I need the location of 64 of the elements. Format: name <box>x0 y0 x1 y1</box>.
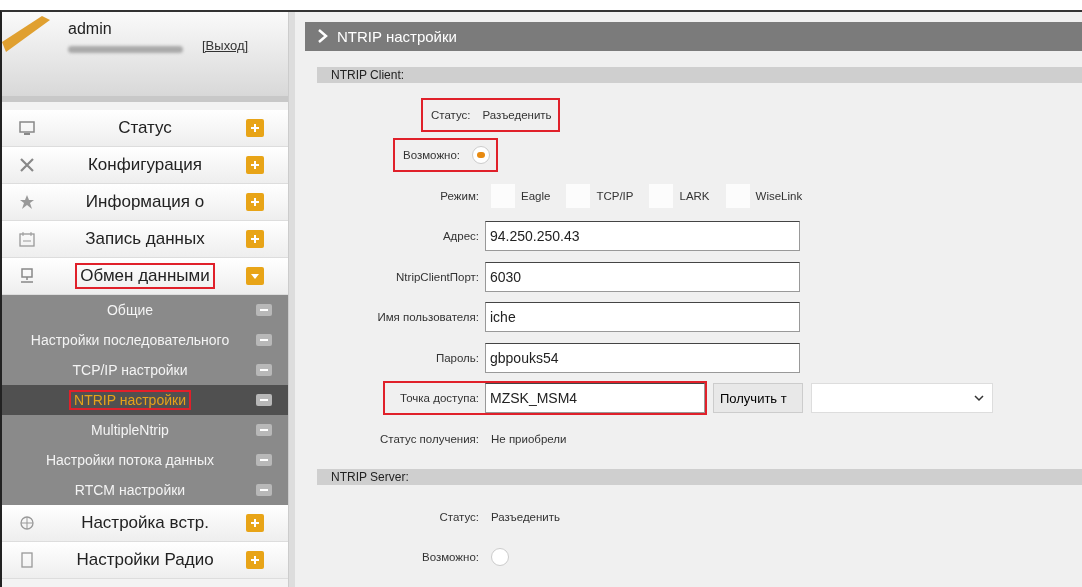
text-field[interactable]: iche <box>485 302 800 333</box>
minus-icon <box>256 394 272 406</box>
text-field[interactable]: gbpouks54 <box>485 342 800 373</box>
calendar-icon <box>18 230 36 248</box>
minus-icon <box>256 304 272 316</box>
field-label: NtripClientПорт: <box>395 270 480 283</box>
field-value: Не приобрели <box>490 432 568 445</box>
option-label: TCP/IP <box>596 189 635 202</box>
caret-icon <box>974 394 984 403</box>
radio-button[interactable] <box>472 146 491 165</box>
computer-icon <box>18 267 36 285</box>
logout-link[interactable]: [Выход] <box>202 38 249 53</box>
field-value: Разъеденить <box>481 108 553 121</box>
minus-icon <box>256 454 272 466</box>
field-label: Статус: <box>430 108 472 121</box>
menu-item[interactable]: Обмен данными <box>2 258 288 295</box>
fetch-button[interactable]: Получить т <box>713 383 803 414</box>
field-label: Адрес: <box>441 230 480 243</box>
option-label: LARK <box>679 189 711 202</box>
menu-item[interactable]: Информация о <box>2 184 288 221</box>
menu-label[interactable]: Обмен данными <box>78 266 212 286</box>
radio-button[interactable] <box>491 548 509 566</box>
menu-item[interactable]: Конфигурация <box>2 147 288 184</box>
minus-icon <box>256 364 272 376</box>
dropdown[interactable] <box>811 383 993 414</box>
user-name: admin <box>68 20 112 38</box>
field-label: Возможно: <box>402 149 462 162</box>
submenu-label[interactable]: NTRIP настройки <box>71 392 189 408</box>
minus-icon <box>256 334 272 346</box>
field-value: Разъеденить <box>490 511 562 523</box>
menu-label[interactable]: Запись данных <box>44 229 246 249</box>
monitor-icon <box>18 119 36 137</box>
field-label: Статус: <box>438 511 480 523</box>
field-label: Имя пользователя: <box>376 311 480 324</box>
section-header: NTRIP Server: <box>317 469 1082 485</box>
menu-item[interactable]: Статус <box>2 110 288 147</box>
star-icon <box>18 193 36 211</box>
minus-icon <box>256 484 272 496</box>
tools-icon <box>18 156 36 174</box>
field-label: Возможно: <box>420 551 480 563</box>
menu-label[interactable]: Конфигурация <box>44 155 246 175</box>
text-field[interactable]: 6030 <box>485 261 800 292</box>
section-header: NTRIP Client: <box>317 66 1082 83</box>
option-label: Eagle <box>521 189 552 202</box>
text-field[interactable]: 94.250.250.43 <box>485 221 800 252</box>
menu-label[interactable]: Настройка встр. <box>44 513 246 533</box>
menu-label[interactable]: Статус <box>44 118 246 138</box>
menu-item[interactable]: Настройки Радио <box>2 542 288 579</box>
minus-icon <box>256 424 272 436</box>
text-field[interactable]: MZSK_MSM4 <box>485 383 705 414</box>
field-label: Статус получения: <box>379 432 480 445</box>
submenu-item[interactable]: NTRIP настройки <box>2 385 288 415</box>
option-label: WiseLink <box>755 189 804 202</box>
field-label: Пароль: <box>434 351 480 364</box>
menu-label[interactable]: Настройки Радио <box>44 550 246 570</box>
menu-label[interactable]: Информация о <box>44 192 246 212</box>
document-icon <box>18 551 36 569</box>
page-title: NTRIP настройки <box>337 27 457 45</box>
chevron-icon <box>317 29 329 44</box>
field-label: Точка доступа: <box>399 392 480 405</box>
field-label: Режим: <box>439 189 480 202</box>
menu-item[interactable]: Запись данных <box>2 221 288 258</box>
menu-item[interactable]: Настройка встр. <box>2 505 288 542</box>
globe-icon <box>18 514 36 532</box>
